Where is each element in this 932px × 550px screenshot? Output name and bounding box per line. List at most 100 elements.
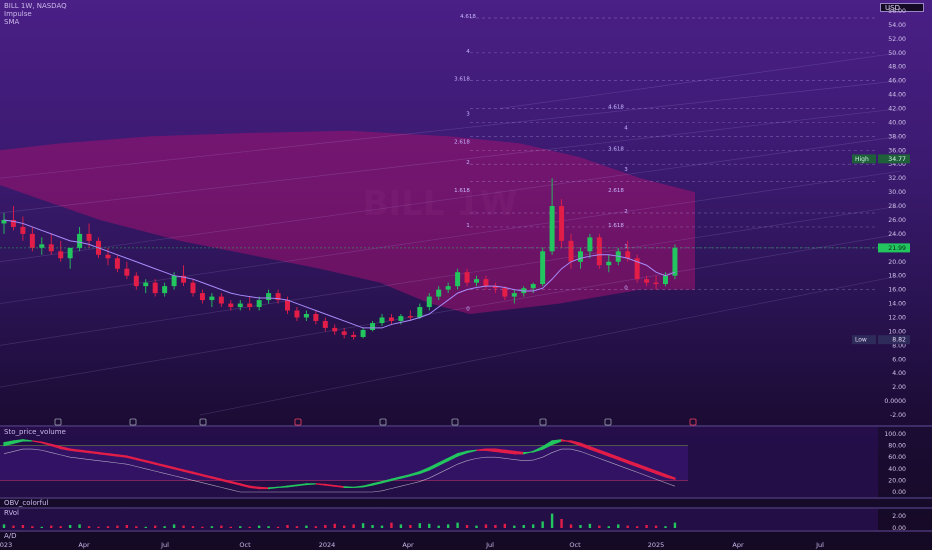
rvol-bar [125,525,129,528]
rvol-bar [437,525,440,528]
high-tag: High 34.77 [852,154,910,164]
candle [351,331,357,340]
candle [559,199,565,248]
fib-label: 0 [624,286,628,292]
last-tag-value: 21.99 [888,245,906,252]
rvol-bar [295,526,299,528]
candle [39,237,45,255]
rvol-bar [343,525,346,528]
y-tick-label: 28.00 [888,203,906,210]
y-tick-label: 36.00 [888,147,906,154]
rvol-bar [390,522,393,528]
candle-body [455,272,461,287]
sto-tick: 80.00 [888,443,906,450]
y-tick-label: 48.00 [888,64,906,71]
candle [218,293,224,308]
chart-stage: { "header": { "symbol": "BILL 1W, NASDAQ… [0,0,932,550]
rvol-bar [248,526,251,528]
y-tick-label: 18.00 [888,273,906,280]
sto-ribbon-segment [258,486,270,490]
rvol-bar [465,525,469,528]
rvol-bar [399,524,403,528]
event-marker [451,418,459,426]
x-tick-label: Apr [78,541,90,549]
candle [124,261,130,280]
candle-body [502,288,508,297]
candle-body [77,233,83,248]
candle-body [86,233,92,241]
sto-ribbon-segment [494,448,506,454]
event-marker [604,418,612,426]
candle-body [370,323,376,331]
rvol-bar [12,525,15,528]
candle [20,216,26,241]
rvol-bar [513,525,516,528]
high-tag-value: 34.77 [888,156,906,163]
rvol-bar [50,525,53,528]
x-tick-label: 2025 [648,541,665,549]
sto-tick: 20.00 [888,477,906,484]
candle-body [388,317,394,321]
candle [247,296,253,311]
rvol-bar [475,525,478,528]
rvol-bar [314,526,318,528]
event-marker [199,418,207,426]
candle-body [540,251,546,285]
rvol-bar [503,523,507,528]
y-tick-label: 42.00 [888,106,906,113]
rvol-bar [144,526,147,528]
candle-body [464,272,470,283]
candle-body [360,330,366,337]
candle-body [407,316,413,318]
y-tick-label: 24.00 [888,231,906,238]
candle-body [663,275,668,285]
fib-label: 2.618 [454,139,470,145]
candle-body [209,296,215,301]
sto-band-fill [0,445,688,481]
rvol-bar [673,522,677,528]
candle [190,279,196,297]
y-tick-label: 40.00 [888,119,906,126]
candle-body [341,331,347,335]
rvol-bar [286,525,289,528]
candle-body [67,247,73,259]
fib-label: 4.618 [460,14,476,20]
rvol-bar [654,525,658,528]
rvol-bar [456,522,459,528]
candle [596,233,602,269]
candle-body [29,233,35,248]
y-tick-label: 4.00 [892,370,906,377]
y-tick-label: 32.00 [888,175,906,182]
candle-body [58,251,64,259]
candle-body [511,293,517,297]
rvol-bar [106,526,110,528]
rvol-bar [220,525,223,528]
fib-label: 1 [466,223,470,229]
rvol-bar [135,526,138,528]
rvol-bar [371,525,374,528]
last-tag: 21.99 [878,243,910,253]
rvol-tick: 0.00 [892,525,906,532]
candle-body [143,282,149,287]
rvol-bar [409,525,412,528]
candle [10,206,16,231]
rvol-bar [541,521,544,528]
candle-body [332,327,338,332]
candle-body [190,282,196,294]
candle-body [351,334,357,337]
candle-body [625,251,631,259]
candle-body [568,240,574,262]
rvol-bar [598,525,601,528]
candle [152,279,158,297]
x-tick-label: Oct [569,541,581,549]
candle-body [483,279,489,287]
candle-body [105,254,111,259]
candle-body [322,320,328,328]
candle [540,247,546,287]
rvol-bar [276,526,280,528]
candle [313,310,319,325]
sto-tick: 40.00 [888,466,906,473]
candle-body [124,268,130,276]
x-tick-label: Apr [402,541,414,549]
candle [332,324,338,335]
